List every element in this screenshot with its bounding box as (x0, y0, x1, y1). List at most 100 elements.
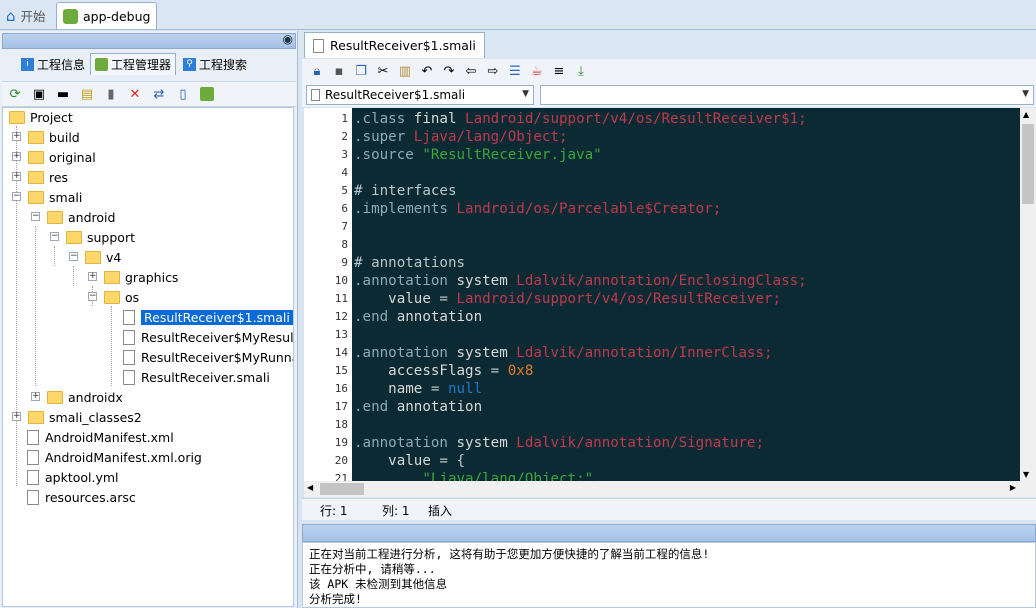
back-icon[interactable]: ⇦ (462, 62, 480, 80)
file-select[interactable]: ResultReceiver$1.smali ▼ (306, 85, 534, 105)
delete-icon[interactable]: ✕ (126, 85, 144, 103)
tree-item-androidx[interactable]: androidx (47, 388, 123, 406)
expand-icon[interactable]: + (12, 172, 21, 181)
code-token: .annotation (354, 273, 457, 289)
code-token: .source (354, 147, 423, 163)
cut-icon[interactable]: ✂ (374, 62, 392, 80)
expand-icon[interactable]: + (31, 392, 40, 401)
code-line: accessFlags = 0x8 (354, 362, 533, 380)
tree-item-resources-arsc[interactable]: resources.arsc (25, 488, 136, 506)
folder-icon (104, 290, 120, 304)
folder-icon (28, 170, 44, 184)
code-line: value = { (354, 452, 465, 470)
rename-icon[interactable]: ⇄ (150, 85, 168, 103)
folder-icon (47, 210, 63, 224)
code-token: Ljava/lang/Object; (413, 129, 568, 145)
refresh-icon[interactable]: ⟳ (6, 85, 24, 103)
folder-icon (104, 270, 120, 284)
expand-icon[interactable]: + (12, 132, 21, 141)
find-folder-icon[interactable]: ▤ (78, 85, 96, 103)
tree-item-graphics[interactable]: graphics (104, 268, 178, 286)
code-token: annotation (396, 399, 483, 415)
project-tree[interactable]: Project + build + original + res − smali… (2, 107, 294, 607)
tab-project-manager-label: 工程管理器 (111, 58, 172, 72)
collapse-icon[interactable]: − (69, 252, 78, 261)
redo-icon[interactable]: ↷ (440, 62, 458, 80)
scroll-down-icon[interactable]: ▼ (1023, 470, 1029, 479)
scroll-up-icon[interactable]: ▲ (1023, 110, 1029, 119)
tree-item-res[interactable]: res (28, 168, 68, 186)
search-icon: ⚲ (183, 57, 196, 71)
code-token: Ldalvik/annotation/EnclosingClass; (516, 273, 807, 289)
tree-label: graphics (125, 269, 179, 285)
tree-item-v4[interactable]: v4 (85, 248, 121, 266)
horizontal-scrollbar[interactable]: ◀ ▶ (304, 481, 1036, 497)
line-number: 9 (341, 256, 348, 269)
expand-icon[interactable]: + (88, 272, 97, 281)
tree-item-smali[interactable]: smali (28, 188, 82, 206)
tree-label: ResultReceiver$1.smali (141, 309, 293, 325)
folder-icon (28, 130, 44, 144)
tree-item-smali-classes2[interactable]: smali_classes2 (28, 408, 142, 426)
format-icon[interactable]: ☰ (506, 62, 524, 80)
tree-item-resultreceiver-1-smali[interactable]: ResultReceiver$1.smali (121, 308, 293, 326)
tree-label: apktool.yml (45, 469, 119, 485)
undo-icon[interactable]: ↶ (418, 62, 436, 80)
vertical-scroll-thumb[interactable] (1022, 124, 1034, 204)
tab-project-manager[interactable]: 工程管理器 (90, 53, 177, 75)
scroll-left-icon[interactable]: ◀ (307, 483, 313, 492)
eye-icon[interactable]: ◉ (283, 32, 293, 46)
tab-start[interactable]: ⌂ 开始 (0, 2, 52, 29)
tab-project-search-label: 工程搜索 (199, 57, 248, 72)
collapse-icon[interactable]: − (12, 192, 21, 201)
tree-item-resultreceiver-myrunnable[interactable]: ResultReceiver$MyRunnab (121, 348, 293, 366)
save-icon[interactable]: ▪ (330, 62, 348, 80)
expand-icon[interactable]: + (12, 412, 21, 421)
java-icon[interactable]: ☕ (528, 62, 546, 80)
tree-item-resultreceiver-myresult[interactable]: ResultReceiver$MyResultR (121, 328, 293, 346)
tree-item-resultreceiver-smali[interactable]: ResultReceiver.smali (121, 368, 270, 386)
book-icon[interactable]: ▮ (102, 85, 120, 103)
list-icon[interactable]: ≡ (550, 62, 568, 80)
window-icon[interactable]: ▬ (54, 85, 72, 103)
android-icon[interactable] (198, 85, 216, 103)
image-icon[interactable]: ▣ (30, 85, 48, 103)
expand-icon[interactable]: + (12, 152, 21, 161)
line-number: 10 (334, 274, 348, 287)
editor-tab[interactable]: ResultReceiver$1.smali (304, 32, 485, 58)
code-token: # annotations (354, 255, 466, 271)
lock-icon[interactable]: 🔒︎ (308, 62, 326, 80)
code-line: value = Landroid/support/v4/os/ResultRec… (354, 290, 781, 308)
tree-item-androidmanifest[interactable]: AndroidManifest.xml (25, 428, 174, 446)
paste-icon[interactable]: ▥ (396, 62, 414, 80)
forward-icon[interactable]: ⇨ (484, 62, 502, 80)
collapse-icon[interactable]: − (88, 292, 97, 301)
tree-item-os[interactable]: os (104, 288, 139, 306)
folder-icon (28, 190, 44, 204)
copy-icon[interactable]: ❐ (352, 62, 370, 80)
left-toolbar: ⟳ ▣ ▬ ▤ ▮ ✕ ⇄ ▯ (2, 81, 296, 107)
tree-item-build[interactable]: build (28, 128, 80, 146)
tab-project-info[interactable]: i 工程信息 (16, 53, 90, 75)
tree-item-apktool-yml[interactable]: apktool.yml (25, 468, 119, 486)
scroll-right-icon[interactable]: ▶ (1010, 483, 1016, 492)
member-select[interactable]: ▼ (540, 85, 1034, 105)
collapse-icon[interactable]: − (50, 232, 59, 241)
line-number-gutter: 1 2 3 4 5 6 7 8 9 10 11 12 13 14 15 16 17 18 19 20 21 (304, 108, 352, 481)
line-number: 8 (341, 238, 348, 251)
code-token: Landroid/os/Parcelable$Creator; (456, 201, 722, 217)
jump-icon[interactable]: ⤓ (572, 62, 590, 80)
code-token: Landroid/support/v4/os/ResultReceiver; (456, 291, 782, 307)
code-editor[interactable]: 1 2 3 4 5 6 7 8 9 10 11 12 13 14 15 16 17 18 19 20 21 .class… (304, 108, 1020, 481)
tab-app-debug[interactable]: app-debug (56, 2, 158, 29)
tree-item-support[interactable]: support (66, 228, 135, 246)
tree-item-original[interactable]: original (28, 148, 96, 166)
collapse-icon[interactable]: − (31, 212, 40, 221)
tree-item-android[interactable]: android (47, 208, 115, 226)
tab-project-search[interactable]: ⚲ 工程搜索 (178, 53, 252, 75)
left-panel-tabs: i 工程信息 工程管理器 ⚲ 工程搜索 (2, 51, 296, 75)
tree-root-project[interactable]: Project (9, 108, 73, 126)
horizontal-scroll-thumb[interactable] (320, 483, 364, 495)
text-file-icon[interactable]: ▯ (174, 85, 192, 103)
tree-item-androidmanifest-orig[interactable]: AndroidManifest.xml.orig (25, 448, 202, 466)
